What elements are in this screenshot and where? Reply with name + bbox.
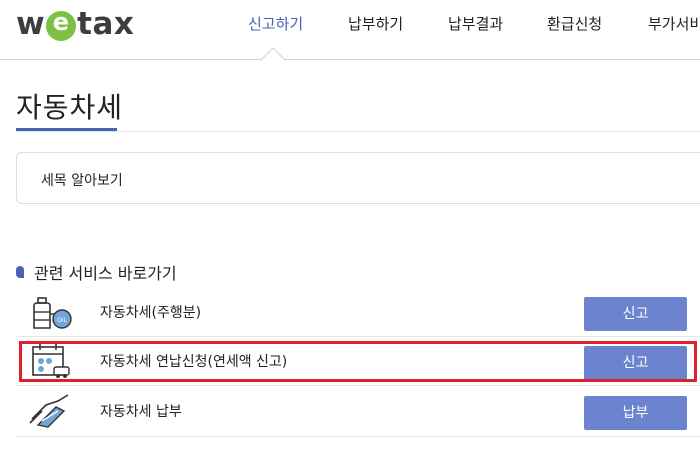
site-header: w tax 신고하기 납부하기 납부결과 환급신청 부가서비 [0,0,700,60]
nav-item-extra-service[interactable]: 부가서비 [648,13,700,34]
row-divider [16,336,700,337]
section-heading-text: 관련 서비스 바로가기 [34,264,177,283]
service-label-payment: 자동차세 납부 [100,404,182,420]
row-divider [16,436,700,437]
tax-info-box[interactable]: 세목 알아보기 [16,152,700,204]
report-button-mileage[interactable]: 신고 [584,297,687,331]
title-divider [16,131,700,132]
nav-item-payment-result[interactable]: 납부결과 [448,13,503,34]
logo-prefix: w [16,6,46,42]
highlight-box [19,341,697,382]
logo-suffix: tax [77,6,135,42]
wetax-logo[interactable]: w tax [16,6,134,42]
nav-item-pay[interactable]: 납부하기 [348,13,403,34]
section-bullet-icon [16,266,24,278]
service-row-payment: 자동차세 납부 납부 [16,389,700,433]
nav-item-report[interactable]: 신고하기 [248,13,303,34]
row-divider [16,385,700,386]
svg-text:OIL: OIL [57,317,67,324]
page-title: 자동차세 [16,91,124,124]
tax-info-label: 세목 알아보기 [41,173,123,189]
related-services-heading: 관련 서비스 바로가기 [16,260,177,284]
nav-item-refund[interactable]: 환급신청 [547,13,602,34]
service-row-mileage: OIL 자동차세(주행분) 신고 [16,290,700,334]
pay-button[interactable]: 납부 [584,396,687,430]
service-label-mileage: 자동차세(주행분) [100,305,202,321]
logo-e-icon [46,8,77,41]
card-payment-icon [29,394,69,428]
fuel-tank-icon: OIL [33,297,72,329]
